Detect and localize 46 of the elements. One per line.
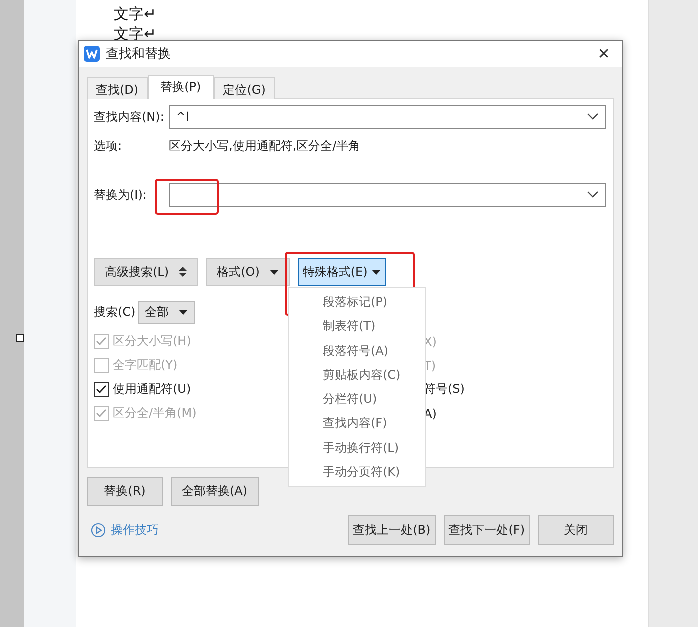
tab[interactable]: 替换(P)	[148, 75, 214, 99]
search-dropdown[interactable]: 全部	[138, 301, 195, 324]
menu-item[interactable]: 查找内容(F)	[289, 411, 425, 436]
dialog-button[interactable]: 查找上一处(B)	[348, 515, 436, 545]
field-label: 替换为(I):	[94, 186, 148, 204]
document-text: 文字↵	[114, 4, 157, 24]
menu-item[interactable]: 段落标记(P)	[289, 290, 425, 314]
search-label: 搜索(C)	[94, 304, 136, 321]
dropdown-arrow-icon	[270, 270, 279, 274]
dropdown-arrow-icon	[372, 270, 381, 274]
option-label: T)	[424, 358, 436, 372]
dialog-button[interactable]: 查找下一处(F)	[444, 515, 530, 545]
resize-handle-icon[interactable]	[16, 334, 24, 342]
chevron-icon[interactable]	[587, 113, 599, 121]
checkbox[interactable]	[94, 382, 109, 397]
checkbox-label: 使用通配符(U)	[113, 381, 192, 398]
menu-item[interactable]: 段落符号(A)	[289, 338, 425, 363]
tab[interactable]: 查找(D)	[87, 77, 148, 99]
chevron-icon[interactable]	[587, 191, 599, 199]
menu-item[interactable]: 手动分页符(K)	[289, 460, 425, 484]
dialog-button[interactable]: 关闭	[538, 515, 614, 545]
checkbox-label: 区分大小写(H)	[113, 333, 192, 350]
options-label: 选项:	[94, 138, 124, 154]
menu-item[interactable]: 剪贴板内容(C)	[289, 362, 425, 388]
action-button[interactable]: 全部替换(A)	[171, 477, 259, 506]
action-button[interactable]: 替换(R)	[87, 477, 163, 506]
dropdown-arrow-icon	[178, 310, 188, 315]
menu-item[interactable]: 制表符(T)	[289, 314, 425, 339]
up-down-icon	[179, 267, 188, 277]
menu-item[interactable]: 分栏符(U)	[289, 387, 425, 412]
window-title: 查找和替换	[106, 46, 172, 63]
checkbox-label: 区分全/半角(M)	[113, 405, 197, 422]
tab[interactable]: 定位(G)	[214, 77, 275, 99]
input-field[interactable]	[169, 183, 606, 207]
options-summary: 区分大小写,使用通配符,区分全/半角	[169, 138, 361, 154]
app-icon	[84, 46, 100, 62]
play-icon[interactable]	[91, 522, 106, 538]
tips-link[interactable]: 操作技巧	[111, 522, 159, 538]
toolbar-button[interactable]: 格式(O)	[206, 258, 290, 286]
close-button[interactable]: ✕	[586, 41, 622, 67]
field-label: 查找内容(N):	[94, 108, 166, 126]
menu-item[interactable]: 手动换行符(L)	[289, 436, 425, 460]
input-field[interactable]: ^l	[169, 105, 606, 129]
toolbar-button[interactable]: 高级搜索(L)	[94, 258, 198, 286]
toolbar-button[interactable]: 特殊格式(E)	[298, 258, 386, 286]
checkbox-label: 全字匹配(Y)	[113, 357, 178, 374]
